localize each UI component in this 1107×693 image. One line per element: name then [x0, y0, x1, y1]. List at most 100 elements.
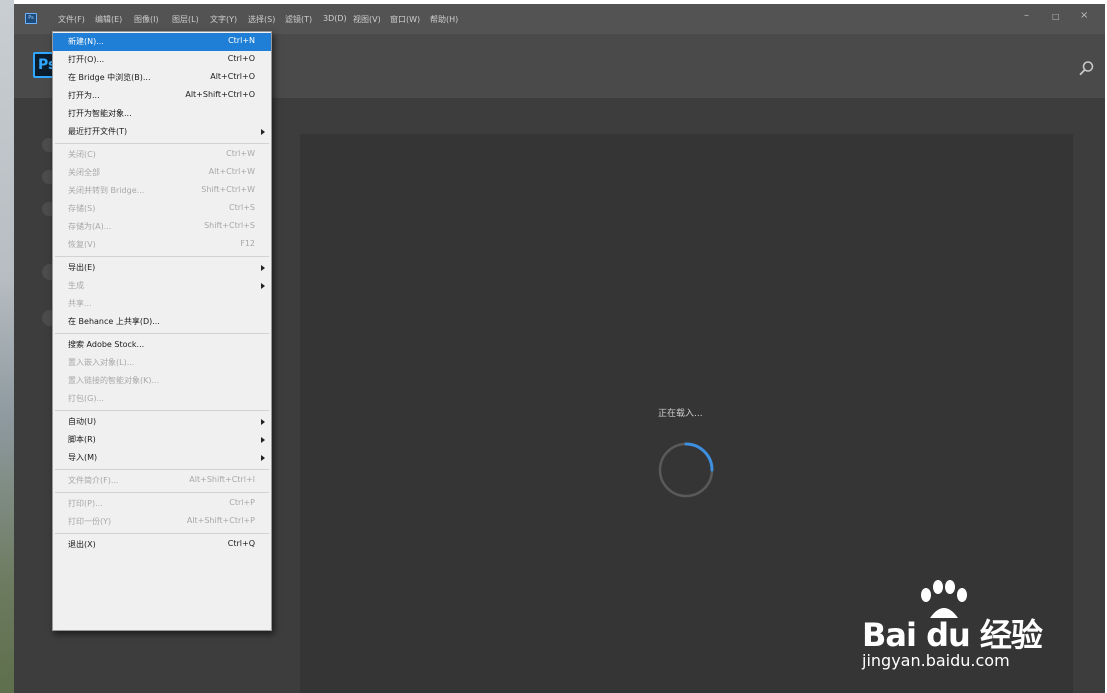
menu-item-label: 关闭并转到 Bridge...: [68, 186, 145, 195]
menu-item-label: 存储(S): [68, 204, 96, 213]
submenu-arrow-icon: [261, 419, 265, 425]
file-menu-item[interactable]: 搜索 Adobe Stock...: [53, 336, 271, 354]
menu-item-label: 生成: [68, 281, 84, 290]
file-menu-item: 恢复(V) F12: [53, 236, 271, 254]
menu-edit[interactable]: 编辑(E): [95, 14, 122, 25]
menu-item-shortcut: Ctrl+O: [227, 54, 255, 63]
menu-item-shortcut: Shift+Ctrl+S: [204, 221, 255, 230]
menu-help[interactable]: 帮助(H): [430, 14, 458, 25]
menu-item-shortcut: Shift+Ctrl+W: [201, 185, 255, 194]
menu-item-label: 导入(M): [68, 453, 98, 462]
menu-separator: [55, 256, 269, 257]
menu-item-label: 置入链接的智能对象(K)...: [68, 376, 160, 385]
menu-item-shortcut: Alt+Shift+Ctrl+I: [189, 475, 255, 484]
desktop-edge: [0, 0, 14, 693]
menu-item-label: 打包(G)...: [68, 394, 105, 403]
menu-item-label: 打印一份(Y): [68, 517, 112, 526]
minimize-button[interactable]: –: [1024, 10, 1029, 21]
menu-item-shortcut: Alt+Shift+Ctrl+O: [185, 90, 255, 99]
file-menu-item[interactable]: 脚本(R): [53, 431, 271, 449]
file-menu-item: 存储为(A)... Shift+Ctrl+S: [53, 218, 271, 236]
menu-item-label: 新建(N)...: [68, 37, 104, 46]
file-menu-item[interactable]: 退出(X) Ctrl+Q: [53, 536, 271, 554]
file-menu-item: 置入链接的智能对象(K)...: [53, 372, 271, 390]
file-menu-item: 共享...: [53, 295, 271, 313]
menu-item-label: 在 Behance 上共享(D)...: [68, 317, 160, 326]
menu-window[interactable]: 窗口(W): [390, 14, 420, 25]
file-menu-item: 打印一份(Y) Alt+Shift+Ctrl+P: [53, 513, 271, 531]
file-menu-dropdown: 新建(N)... Ctrl+N 打开(O)... Ctrl+O 在 Bridge 中浏览…: [52, 31, 272, 631]
menu-item-label: 打印(P)...: [68, 499, 103, 508]
file-menu-item: 打印(P)... Ctrl+P: [53, 495, 271, 513]
menu-view[interactable]: 视图(V): [353, 14, 381, 25]
menu-item-label: 文件简介(F)...: [68, 476, 119, 485]
menu-item-label: 在 Bridge 中浏览(B)...: [68, 73, 151, 82]
menu-separator: [55, 333, 269, 334]
loading-label: 正在载入...: [658, 409, 703, 419]
file-menu-item: 打包(G)...: [53, 390, 271, 408]
file-menu-item[interactable]: 打开为... Alt+Shift+Ctrl+O: [53, 87, 271, 105]
menu-item-label: 置入嵌入对象(L)...: [68, 358, 135, 367]
close-button[interactable]: ×: [1080, 10, 1088, 21]
menu-layer[interactable]: 图层(L): [172, 14, 199, 25]
menu-separator: [55, 492, 269, 493]
menu-item-shortcut: Ctrl+W: [226, 149, 255, 158]
file-menu-item[interactable]: 导入(M): [53, 449, 271, 467]
menu-item-label: 共享...: [68, 299, 92, 308]
menu-image[interactable]: 图像(I): [134, 14, 159, 25]
submenu-arrow-icon: [261, 455, 265, 461]
menu-item-label: 打开(O)...: [68, 55, 105, 64]
file-menu-item: 文件简介(F)... Alt+Shift+Ctrl+I: [53, 472, 271, 490]
file-menu-item: 关闭(C) Ctrl+W: [53, 146, 271, 164]
file-menu-item[interactable]: 导出(E): [53, 259, 271, 277]
search-icon[interactable]: [1079, 60, 1095, 76]
maximize-button[interactable]: □: [1052, 12, 1060, 21]
menu-item-shortcut: Ctrl+P: [229, 498, 255, 507]
watermark-brand: Bai du 经验: [862, 616, 1043, 654]
file-menu-item[interactable]: 自动(U): [53, 413, 271, 431]
screen: Ps 文件(F) 编辑(E) 图像(I) 图层(L) 文字(Y) 选择(S) 滤…: [0, 0, 1107, 693]
menu-separator: [55, 469, 269, 470]
file-menu-item: 存储(S) Ctrl+S: [53, 200, 271, 218]
file-menu-item: 关闭全部 Alt+Ctrl+W: [53, 164, 271, 182]
loading-spinner-icon: [658, 442, 714, 498]
menu-item-label: 关闭(C): [68, 150, 96, 159]
file-menu-item[interactable]: 最近打开文件(T): [53, 123, 271, 141]
menu-3d[interactable]: 3D(D): [323, 14, 347, 23]
menu-item-shortcut: Alt+Ctrl+W: [208, 167, 255, 176]
file-menu-item: 置入嵌入对象(L)...: [53, 354, 271, 372]
submenu-arrow-icon: [261, 437, 265, 443]
file-menu-item[interactable]: 打开(O)... Ctrl+O: [53, 51, 271, 69]
submenu-arrow-icon: [261, 265, 265, 271]
menu-item-label: 打开为...: [68, 91, 100, 100]
watermark-url: jingyan.baidu.com: [862, 651, 1010, 670]
menu-separator: [55, 143, 269, 144]
menu-item-shortcut: F12: [240, 239, 255, 248]
menu-file[interactable]: 文件(F): [58, 14, 85, 25]
file-menu-item[interactable]: 在 Behance 上共享(D)...: [53, 313, 271, 331]
file-menu-item[interactable]: 打开为智能对象...: [53, 105, 271, 123]
menu-separator: [55, 533, 269, 534]
menu-filter[interactable]: 滤镜(T): [285, 14, 312, 25]
submenu-arrow-icon: [261, 129, 265, 135]
menu-item-shortcut: Alt+Ctrl+O: [210, 72, 255, 81]
menu-separator: [55, 410, 269, 411]
menu-item-label: 最近打开文件(T): [68, 127, 128, 136]
app-icon[interactable]: Ps: [25, 13, 37, 24]
file-menu-item[interactable]: 在 Bridge 中浏览(B)... Alt+Ctrl+O: [53, 69, 271, 87]
menu-item-shortcut: Ctrl+Q: [227, 539, 255, 548]
menu-item-label: 脚本(R): [68, 435, 96, 444]
menu-item-label: 关闭全部: [68, 168, 100, 177]
menu-select[interactable]: 选择(S): [248, 14, 275, 25]
menu-type[interactable]: 文字(Y): [210, 14, 237, 25]
file-menu-item: 生成: [53, 277, 271, 295]
menu-bar: Ps 文件(F) 编辑(E) 图像(I) 图层(L) 文字(Y) 选择(S) 滤…: [14, 4, 1105, 34]
menu-item-label: 退出(X): [68, 540, 96, 549]
menu-item-shortcut: Ctrl+S: [228, 203, 255, 212]
submenu-arrow-icon: [261, 283, 265, 289]
menu-item-label: 导出(E): [68, 263, 96, 272]
file-menu-item[interactable]: 新建(N)... Ctrl+N: [53, 33, 271, 51]
app-icon-label: Ps: [28, 15, 34, 21]
menu-item-label: 自动(U): [68, 417, 97, 426]
menu-item-label: 恢复(V): [68, 240, 96, 249]
